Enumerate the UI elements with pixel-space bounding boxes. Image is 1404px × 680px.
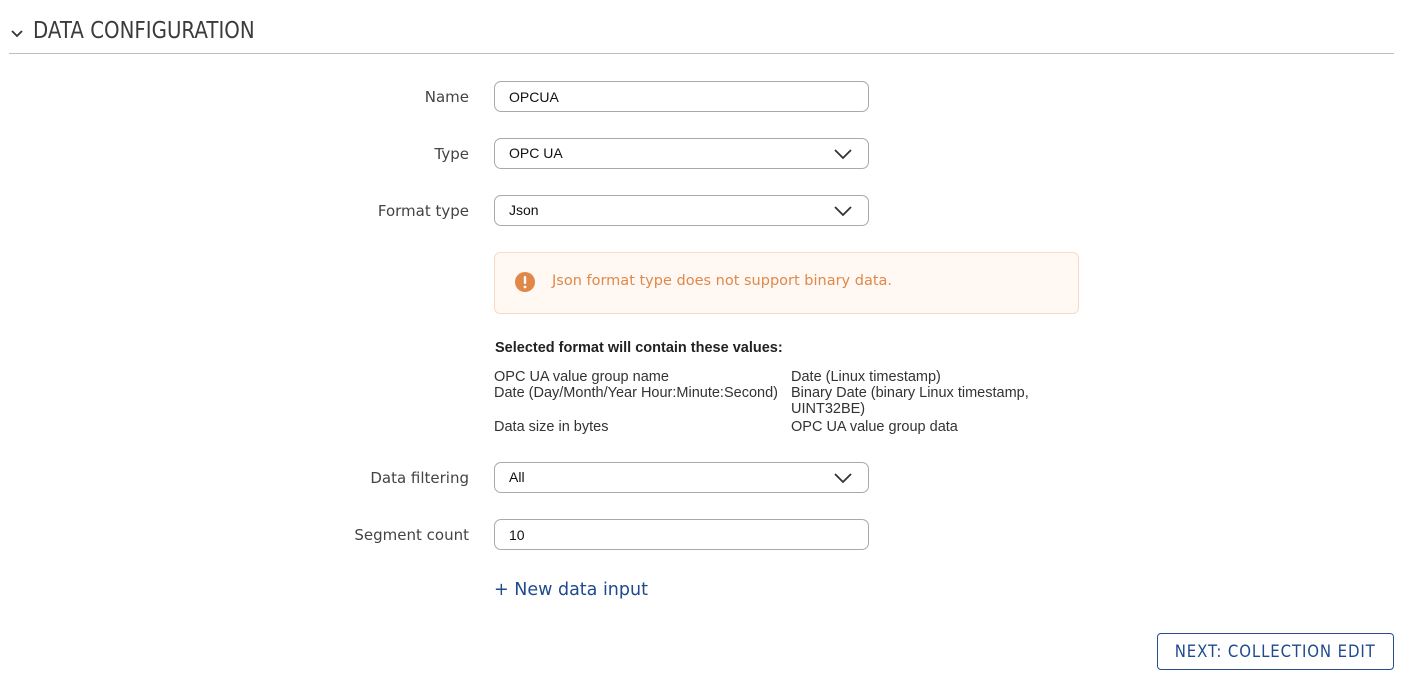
warning-text: Json format type does not support binary…: [552, 273, 893, 289]
value-item: Date (Day/Month/Year Hour:Minute:Second): [494, 385, 778, 401]
format-type-select[interactable]: Json: [494, 195, 869, 226]
value-item: Date (Linux timestamp): [791, 369, 941, 385]
next-button-label: NEXT: COLLECTION EDIT: [1175, 641, 1376, 662]
name-input[interactable]: [494, 81, 869, 112]
value-item: Data size in bytes: [494, 419, 609, 435]
values-grid: OPC UA value group name Date (Linux time…: [494, 369, 1054, 435]
data-filtering-label: Data filtering: [370, 469, 469, 487]
value-item: OPC UA value group name: [494, 369, 669, 385]
type-select-value: OPC UA: [509, 145, 563, 161]
warning-alert: Json format type does not support binary…: [494, 252, 1079, 314]
value-item: OPC UA value group data: [791, 419, 958, 435]
chevron-down-icon: [834, 149, 852, 160]
next-collection-edit-button[interactable]: NEXT: COLLECTION EDIT: [1157, 633, 1394, 670]
values-row: Date (Day/Month/Year Hour:Minute:Second)…: [494, 385, 1054, 401]
value-item: [494, 401, 791, 417]
chevron-down-icon[interactable]: [9, 26, 25, 42]
format-type-select-value: Json: [509, 202, 539, 218]
new-data-input-link[interactable]: + New data input: [494, 580, 648, 600]
data-filtering-select-value: All: [509, 469, 525, 485]
name-label: Name: [424, 88, 469, 106]
section-header[interactable]: DATA CONFIGURATION: [9, 14, 1394, 54]
page: DATA CONFIGURATION Name Type OPC UA Form…: [0, 0, 1404, 680]
format-type-label: Format type: [377, 202, 469, 220]
section-title: DATA CONFIGURATION: [33, 18, 255, 44]
segment-count-input[interactable]: [494, 519, 869, 550]
values-row: Data size in bytes OPC UA value group da…: [494, 419, 1054, 435]
value-item: UINT32BE): [791, 401, 866, 417]
exclamation-circle-icon: [515, 272, 535, 292]
type-select[interactable]: OPC UA: [494, 138, 869, 169]
values-row: UINT32BE): [494, 401, 1054, 417]
value-item: Binary Date (binary Linux timestamp,: [791, 385, 1029, 401]
values-title: Selected format will contain these value…: [495, 340, 783, 356]
chevron-down-icon: [834, 473, 852, 484]
chevron-down-icon: [834, 206, 852, 217]
data-filtering-select[interactable]: All: [494, 462, 869, 493]
values-row: OPC UA value group name Date (Linux time…: [494, 369, 1054, 385]
type-label: Type: [434, 145, 469, 163]
segment-count-label: Segment count: [354, 526, 469, 544]
